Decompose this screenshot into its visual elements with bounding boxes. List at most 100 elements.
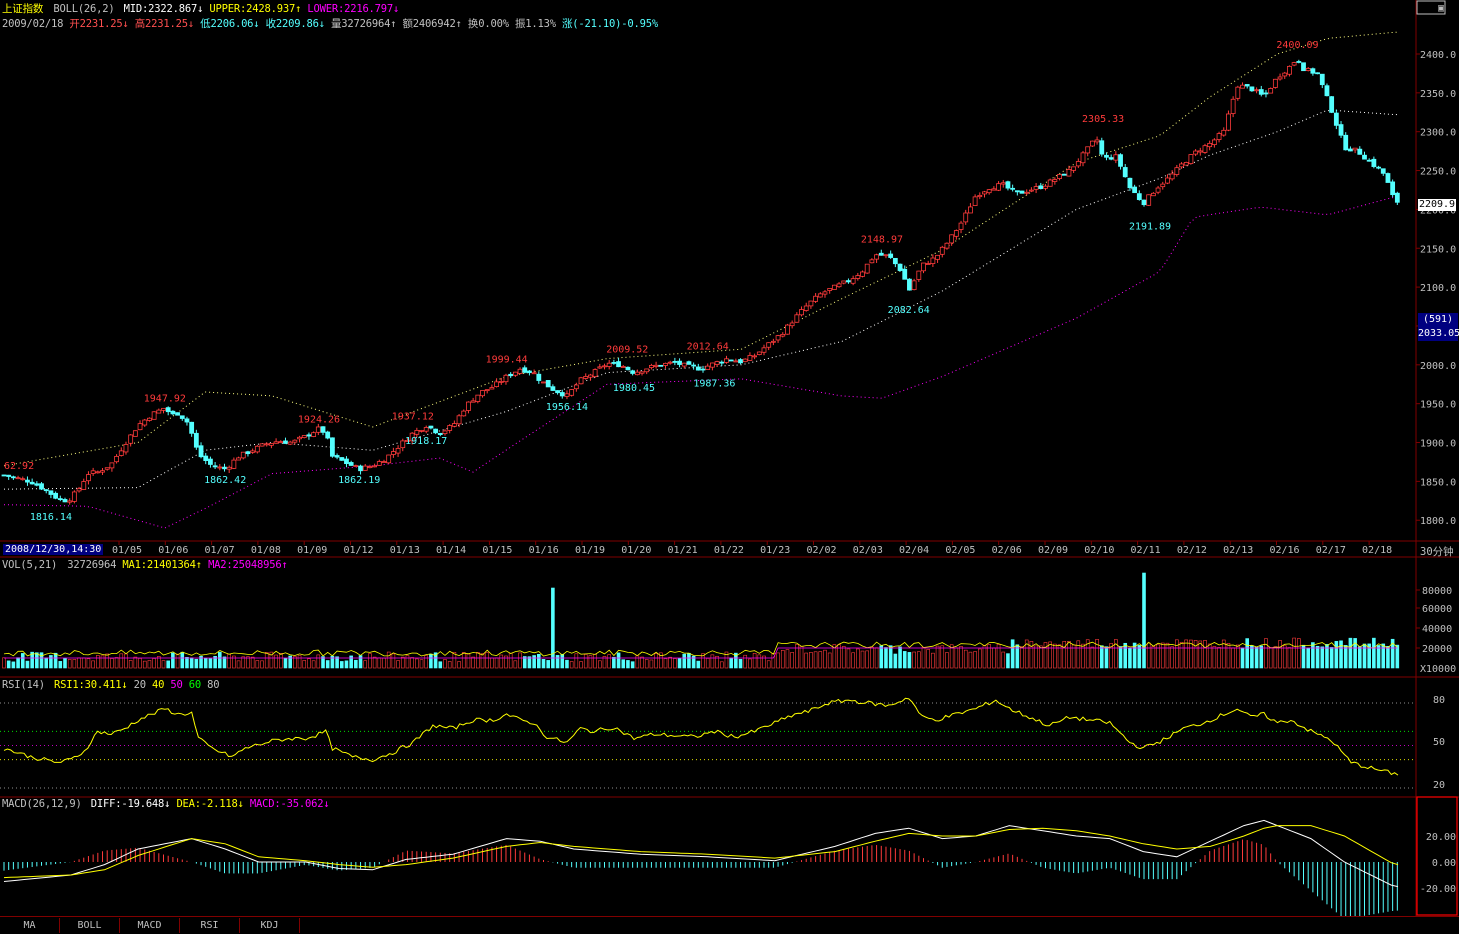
candle-body [663, 362, 668, 366]
extreme-price-label: 1937.12 [392, 411, 434, 422]
candle-body [137, 423, 143, 431]
quote-amplitude: 振1.13% [514, 18, 556, 30]
candle-body [179, 415, 185, 419]
tab-boll[interactable]: BOLL [60, 918, 120, 933]
volume-bar [598, 660, 602, 669]
volume-bar [138, 658, 142, 669]
volume-bar [461, 652, 466, 669]
rsi-tick-label: 80 [1433, 695, 1445, 706]
volume-bar [888, 645, 893, 669]
volume-bar [429, 653, 433, 669]
volume-bar [325, 660, 330, 669]
candle-body [217, 466, 223, 469]
volume-bar [846, 648, 851, 669]
candle-body [353, 465, 359, 467]
volume-bar [804, 652, 809, 669]
candle-body [29, 481, 35, 485]
candle-body [39, 483, 44, 490]
volume-bar [992, 647, 996, 669]
candle-body [813, 295, 819, 302]
volume-bar [1160, 642, 1165, 669]
candle-body [386, 454, 392, 464]
macd-tick-label: 0.00 [1432, 858, 1456, 869]
extreme-price-label: 1947.92 [144, 394, 186, 405]
candle-body [1277, 76, 1283, 80]
candle-body [794, 314, 800, 323]
volume-bar [499, 654, 504, 669]
candle-body [686, 361, 692, 365]
candle-body [329, 437, 335, 457]
candle-body [991, 188, 997, 191]
candle-body [1, 474, 7, 477]
volume-bar [668, 656, 672, 669]
period-label[interactable]: 30分钟 [1420, 544, 1454, 559]
volume-bar [1137, 645, 1142, 669]
volume-bar [1071, 644, 1076, 669]
candle-body [1188, 154, 1194, 164]
candle-body [1221, 129, 1227, 136]
candle-body [719, 361, 725, 364]
candle-body [724, 358, 729, 363]
volume-bar [1245, 638, 1250, 669]
candle-body [1301, 62, 1306, 72]
candle-body [1193, 150, 1199, 155]
volume-bar [640, 656, 644, 669]
volume-bar [278, 652, 283, 669]
volume-bar [91, 660, 95, 669]
volume-bar [1038, 645, 1043, 669]
candle-body [555, 390, 560, 394]
extreme-price-label: 1924.26 [298, 415, 340, 426]
candle-body [311, 432, 317, 437]
candle-body [1348, 148, 1353, 152]
tab-ma[interactable]: MA [0, 918, 60, 933]
volume-bar [1259, 645, 1264, 669]
candle-body [147, 417, 152, 421]
candle-body [48, 490, 54, 495]
vol-ma2-line [4, 647, 1398, 659]
candle-body [498, 381, 504, 383]
rsi1-value: RSI1:30.411↓ [53, 679, 128, 691]
date-label: 02/09 [1038, 545, 1068, 556]
volume-bar [419, 659, 424, 669]
candle-body [897, 263, 903, 271]
candle-body [583, 376, 589, 379]
volume-bar [166, 660, 170, 669]
volume-bar [1128, 647, 1132, 669]
volume-bar [1250, 645, 1254, 669]
candle-body [1207, 142, 1213, 148]
candlestick-series [1, 59, 1400, 505]
candle-body [606, 362, 612, 367]
candle-body [1165, 177, 1170, 184]
candle-body [841, 280, 847, 284]
window-control-icon: ▣ [1438, 3, 1444, 14]
volume-bar [171, 652, 175, 669]
volume-bar [663, 658, 668, 669]
extreme-price-label: 1980.45 [613, 383, 655, 394]
chart-frame: ▣ [0, 0, 1459, 916]
volume-bar [907, 652, 912, 669]
volume-bar [766, 660, 771, 669]
candle-body [372, 465, 378, 468]
axis-start-label: 2008/12/30,14:30 [3, 544, 104, 555]
tab-macd[interactable]: MACD [120, 918, 180, 933]
extreme-price-label: 1956.14 [546, 402, 588, 413]
candle-body [1150, 192, 1156, 197]
tab-rsi[interactable]: RSI [180, 918, 240, 933]
candle-body [714, 361, 720, 365]
volume-bar [67, 659, 72, 669]
cursor-value: 2033.05 [1418, 328, 1459, 339]
rsi-line [0, 697, 1416, 789]
candle-body [522, 367, 528, 373]
volume-bar [302, 660, 307, 669]
candle-body [1155, 187, 1161, 193]
tab-kdj[interactable]: KDJ [240, 918, 300, 933]
volume-bar [917, 651, 921, 669]
volume-bar [1034, 645, 1038, 669]
volume-bar [1292, 637, 1296, 669]
volume-bar [1099, 645, 1104, 669]
candle-body [334, 455, 340, 458]
candle-body [864, 263, 870, 274]
volume-bar [344, 660, 349, 669]
price-tick-label: 1850.0 [1420, 477, 1456, 488]
candle-body [639, 371, 645, 374]
